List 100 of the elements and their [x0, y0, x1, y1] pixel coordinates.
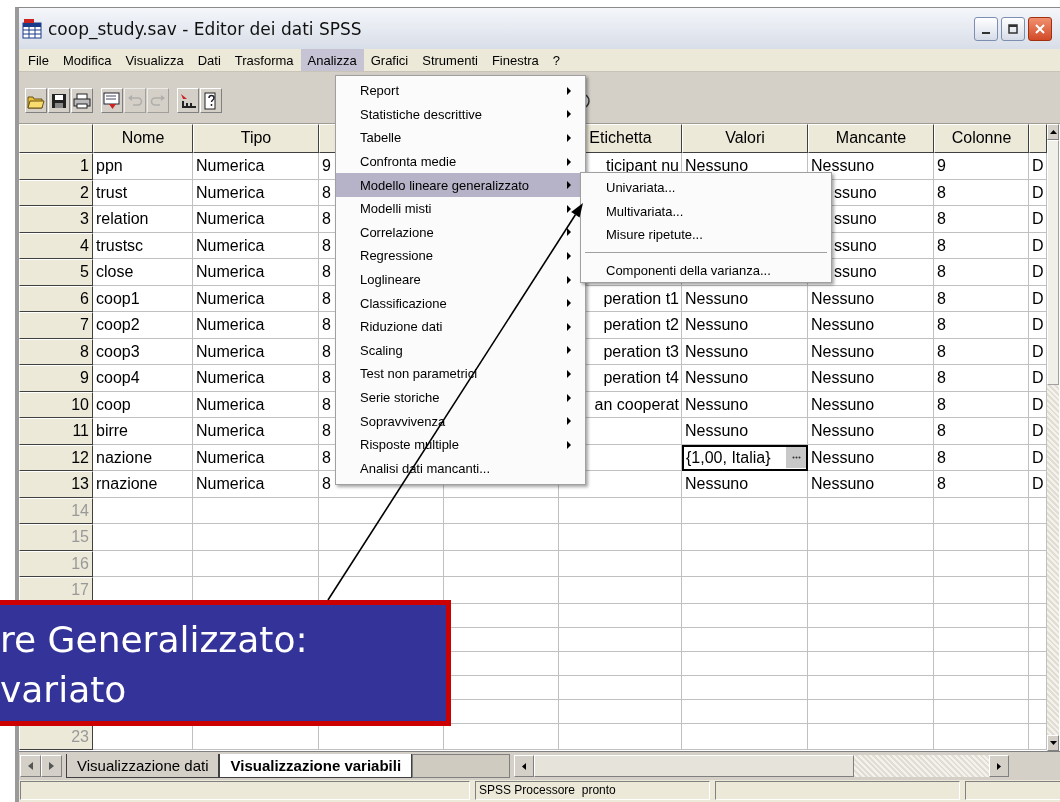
table-cell: Numerica: [193, 179, 319, 206]
row-number[interactable]: 7: [19, 312, 93, 339]
row-number[interactable]: 13: [19, 471, 93, 498]
redo-icon: [150, 93, 166, 108]
table-cell: 8: [934, 471, 1029, 498]
column-header[interactable]: Valori: [682, 124, 808, 153]
table-cell: [1029, 550, 1047, 577]
table-cell: Numerica: [193, 418, 319, 445]
table-cell: birre: [93, 418, 193, 445]
minimize-icon: [982, 31, 990, 34]
table-cell: 8: [934, 312, 1029, 339]
maximize-icon: [1008, 23, 1018, 34]
menu-item[interactable]: Statistiche descrittive: [336, 102, 585, 127]
next-sheet-button[interactable]: [41, 755, 62, 777]
goto-case-icon: [179, 92, 197, 109]
table-cell: D: [1029, 312, 1047, 339]
maximize-button[interactable]: [1001, 16, 1025, 41]
values-button[interactable]: [786, 447, 806, 469]
menu-item[interactable]: Visualizza: [118, 49, 191, 71]
menu-item[interactable]: ?: [545, 49, 568, 71]
window-title: coop_study.sav - Editor dei dati SPSS: [48, 18, 362, 39]
column-header[interactable]: Tipo: [193, 124, 319, 153]
column-header[interactable]: Colonne: [934, 124, 1029, 153]
table-cell: [1029, 603, 1047, 628]
row-number[interactable]: 9: [19, 365, 93, 392]
toolbar-button[interactable]: [177, 88, 199, 113]
menu-item[interactable]: Analizza: [300, 49, 364, 71]
table-cell: Nessuno: [808, 391, 934, 418]
table-cell: Nessuno: [808, 365, 934, 392]
status-message: SPSS Processore pronto: [475, 781, 710, 800]
table-cell: Nessuno: [682, 418, 808, 445]
right-arrow-icon: [49, 762, 54, 770]
sheet-tab[interactable]: Visualizzazione dati: [66, 754, 220, 778]
menu-item[interactable]: File: [21, 49, 56, 71]
table-cell: 8: [934, 338, 1029, 365]
menu-item[interactable]: Modifica: [55, 49, 119, 71]
table-cell: D: [1029, 391, 1047, 418]
menu-item[interactable]: Dati: [190, 49, 228, 71]
table-cell: nazione: [93, 444, 193, 471]
minimize-button[interactable]: [974, 16, 998, 41]
scrollbar-thumb[interactable]: [534, 755, 855, 777]
row-number[interactable]: 2: [19, 179, 93, 206]
toolbar-button[interactable]: [200, 88, 222, 113]
table-cell: Numerica: [193, 312, 319, 339]
row-number[interactable]: 10: [19, 391, 93, 418]
menu-item[interactable]: Trasforma: [227, 49, 301, 71]
table-cell: coop4: [93, 365, 193, 392]
table-cell: Nessuno: [682, 312, 808, 339]
table-cell: Nessuno: [808, 312, 934, 339]
table-cell: rnazione: [93, 471, 193, 498]
menu-item[interactable]: Strumenti: [415, 49, 485, 71]
horizontal-scrollbar[interactable]: [514, 755, 1010, 777]
table-cell: ppn: [93, 153, 193, 180]
toolbar-button[interactable]: [48, 88, 70, 113]
table-cell: 8: [934, 444, 1029, 471]
table-cell[interactable]: {1,00, Italia}: [682, 444, 808, 471]
menu-item[interactable]: Report: [336, 79, 585, 103]
table-cell: Numerica: [193, 365, 319, 392]
table-cell: D: [1029, 471, 1047, 498]
table-cell: D: [1029, 206, 1047, 233]
scrollbar-thumb[interactable]: [1047, 140, 1059, 385]
table-cell: coop: [93, 391, 193, 418]
column-header[interactable]: Nome: [93, 124, 193, 153]
sheet-tab[interactable]: Visualizzazione variabili: [219, 754, 413, 778]
row-number[interactable]: 12: [19, 444, 93, 471]
table-cell: [1029, 699, 1047, 724]
table-cell: Nessuno: [682, 391, 808, 418]
row-number[interactable]: 4: [19, 232, 93, 259]
left-arrow-icon: [522, 762, 527, 770]
column-header[interactable]: Mancante: [808, 124, 934, 153]
table-cell: trustsc: [93, 232, 193, 259]
row-number[interactable]: 11: [19, 418, 93, 445]
table-cell: 8: [934, 179, 1029, 206]
down-arrow-icon: [1049, 741, 1057, 745]
header-corner[interactable]: [19, 124, 93, 153]
close-button[interactable]: [1028, 16, 1052, 41]
table-cell: 8: [934, 365, 1029, 392]
table-cell: D: [1029, 153, 1047, 180]
toolbar-button[interactable]: [71, 88, 93, 113]
table-cell: 8: [934, 391, 1029, 418]
right-arrow-icon: [997, 762, 1002, 770]
row-number[interactable]: 6: [19, 285, 93, 312]
row-number[interactable]: 1: [19, 153, 93, 180]
table-cell: relation: [93, 206, 193, 233]
previous-sheet-button[interactable]: [20, 755, 41, 777]
table-cell: Numerica: [193, 206, 319, 233]
table-cell: coop3: [93, 338, 193, 365]
row-number[interactable]: 5: [19, 259, 93, 286]
vertical-scrollbar[interactable]: [1047, 124, 1059, 751]
row-number[interactable]: 8: [19, 338, 93, 365]
spreadsheet-icon: [22, 18, 42, 39]
table-cell: [1029, 577, 1047, 604]
table-cell: Numerica: [193, 391, 319, 418]
table-cell: Nessuno: [682, 338, 808, 365]
column-header[interactable]: [1029, 124, 1047, 153]
menu-item[interactable]: Grafici: [363, 49, 416, 71]
table-cell: Nessuno: [808, 418, 934, 445]
menu-item[interactable]: Finestra: [484, 49, 546, 71]
table-cell: close: [93, 259, 193, 286]
row-number[interactable]: 3: [19, 206, 93, 233]
